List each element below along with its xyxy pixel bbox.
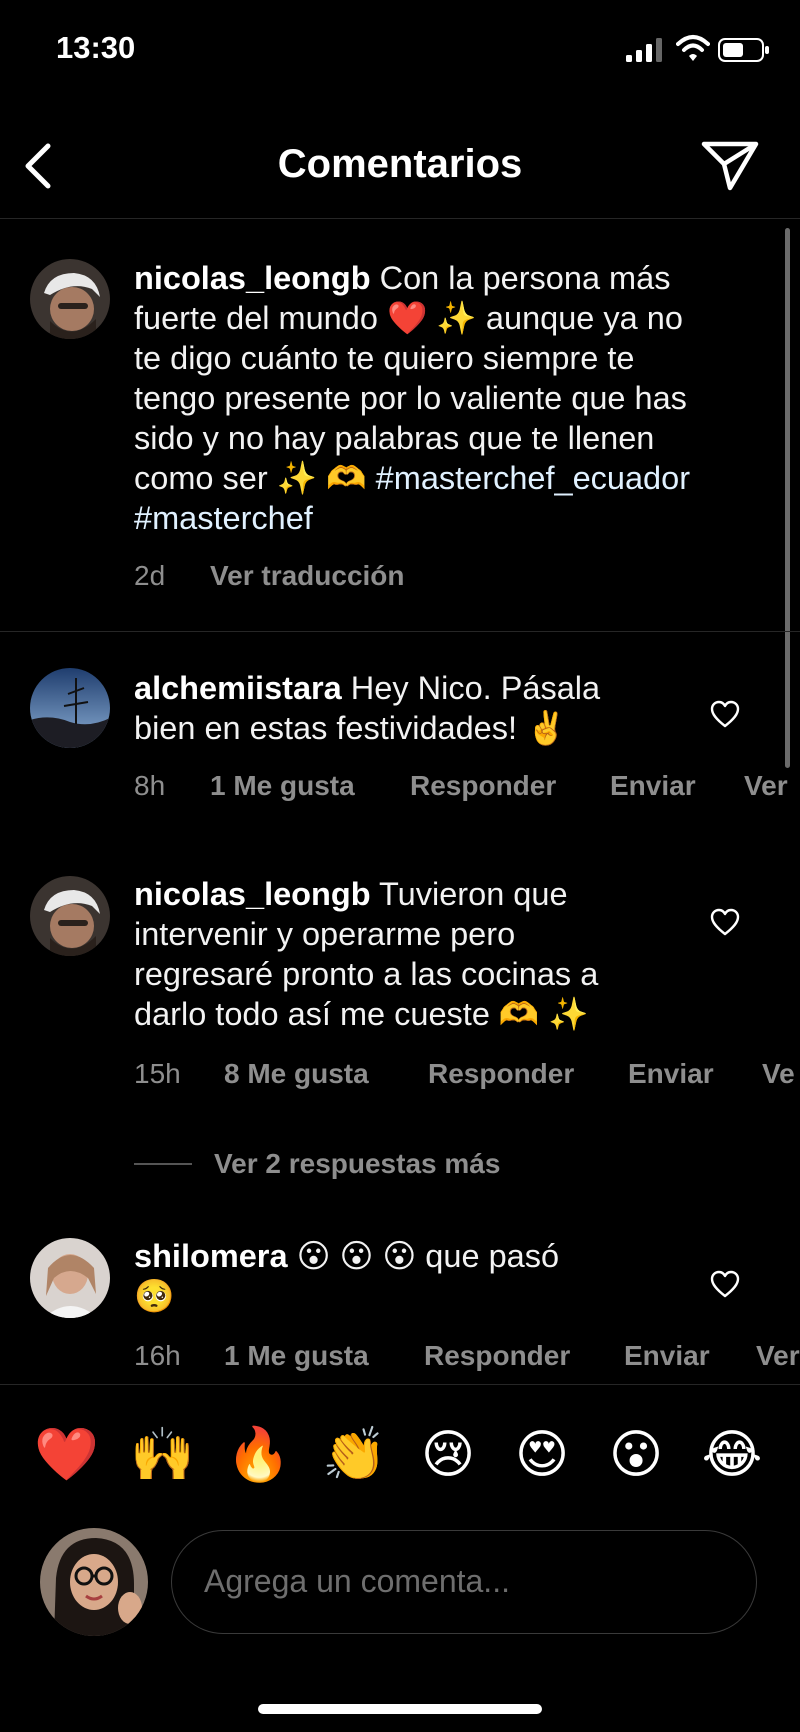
avatar-image <box>30 259 110 339</box>
hashtag-link[interactable]: #masterchef_ecuador <box>376 460 690 496</box>
avatar-image <box>30 876 110 956</box>
comment-time: 8h <box>134 770 166 801</box>
comment-username[interactable]: alchemiistara <box>134 670 342 706</box>
status-bar: 13:30 <box>0 0 800 100</box>
send-button[interactable]: Enviar <box>624 1340 710 1372</box>
more-button[interactable]: Ver <box>744 770 788 802</box>
battery-icon <box>718 38 769 62</box>
divider <box>0 631 800 632</box>
comment-meta: 8h 1 Me gusta Responder Enviar Ver <box>134 770 800 804</box>
comment-username[interactable]: nicolas_leongb <box>134 876 371 912</box>
avatar[interactable] <box>30 259 110 339</box>
wifi-icon <box>676 35 710 61</box>
reaction-raised-hands[interactable]: 🙌 <box>130 1423 195 1487</box>
home-indicator <box>258 1704 542 1714</box>
comment-input[interactable]: Agrega un comenta... <box>171 1530 757 1634</box>
reaction-heart-eyes[interactable]: 😍 <box>510 1423 574 1487</box>
reply-button[interactable]: Responder <box>428 1058 574 1090</box>
reaction-crying[interactable]: 😢 <box>416 1423 480 1487</box>
send-button[interactable]: Enviar <box>610 770 696 802</box>
avatar[interactable] <box>30 668 110 748</box>
comment-username[interactable]: shilomera <box>134 1238 288 1274</box>
avatar[interactable] <box>30 1238 110 1318</box>
heart-icon[interactable] <box>710 1270 740 1298</box>
heart-icon[interactable] <box>710 700 740 728</box>
heart-icon[interactable] <box>710 908 740 936</box>
comment-text: shilomera 😮 😮 😮 que pasó 🥺 <box>134 1238 560 1314</box>
caption-time: 2d <box>134 560 166 591</box>
header: Comentarios <box>0 118 800 219</box>
comment-input-placeholder: Agrega un comenta... <box>204 1563 510 1599</box>
comment-meta: 15h 8 Me gusta Responder Enviar Ve <box>134 1058 800 1092</box>
reply-button[interactable]: Responder <box>410 770 556 802</box>
view-replies-button[interactable]: Ver 2 respuestas más <box>214 1148 500 1180</box>
likes-count[interactable]: 1 Me gusta <box>210 770 355 802</box>
user-avatar <box>40 1528 148 1636</box>
reaction-fire[interactable]: 🔥 <box>226 1423 291 1487</box>
replies-divider <box>134 1163 192 1165</box>
caption-username[interactable]: nicolas_leongb <box>134 260 371 296</box>
caption-text: nicolas_leongb Con la persona más fuerte… <box>134 258 774 538</box>
reaction-laughing[interactable]: 😂 <box>700 1423 764 1487</box>
status-time: 13:30 <box>56 30 136 65</box>
more-button[interactable]: Ver <box>756 1340 800 1372</box>
more-button[interactable]: Ve <box>762 1058 795 1090</box>
comment-meta: 16h 1 Me gusta Responder Enviar Ver <box>134 1340 800 1374</box>
reaction-clap[interactable]: 👏 <box>322 1423 387 1487</box>
likes-count[interactable]: 1 Me gusta <box>224 1340 369 1372</box>
reply-button[interactable]: Responder <box>424 1340 570 1372</box>
comment-time: 15h <box>134 1058 181 1089</box>
caption-meta: 2d Ver traducción <box>134 560 774 594</box>
avatar-image <box>30 668 110 748</box>
avatar-image <box>30 1238 110 1318</box>
avatar-image <box>40 1528 148 1636</box>
signal-icon <box>626 38 662 62</box>
send-button[interactable]: Enviar <box>628 1058 714 1090</box>
comment-text: nicolas_leongb Tuvieron que intervenir y… <box>134 876 599 1032</box>
reaction-surprised[interactable]: 😮 <box>604 1423 668 1487</box>
likes-count[interactable]: 8 Me gusta <box>224 1058 369 1090</box>
reaction-heart[interactable]: ❤️ <box>34 1423 99 1487</box>
avatar[interactable] <box>30 876 110 956</box>
hashtag-link[interactable]: #masterchef <box>134 498 774 538</box>
scrollbar[interactable] <box>785 228 790 768</box>
comment-text: alchemiistara Hey Nico. Pásala bien en e… <box>134 670 601 746</box>
page-title: Comentarios <box>277 142 523 186</box>
quick-reactions-bar: ❤️ 🙌 🔥 👏 😢 😍 😮 😂 <box>0 1384 800 1515</box>
comment-time: 16h <box>134 1340 181 1371</box>
translate-link[interactable]: Ver traducción <box>210 560 405 592</box>
direct-send-icon[interactable] <box>700 136 760 194</box>
